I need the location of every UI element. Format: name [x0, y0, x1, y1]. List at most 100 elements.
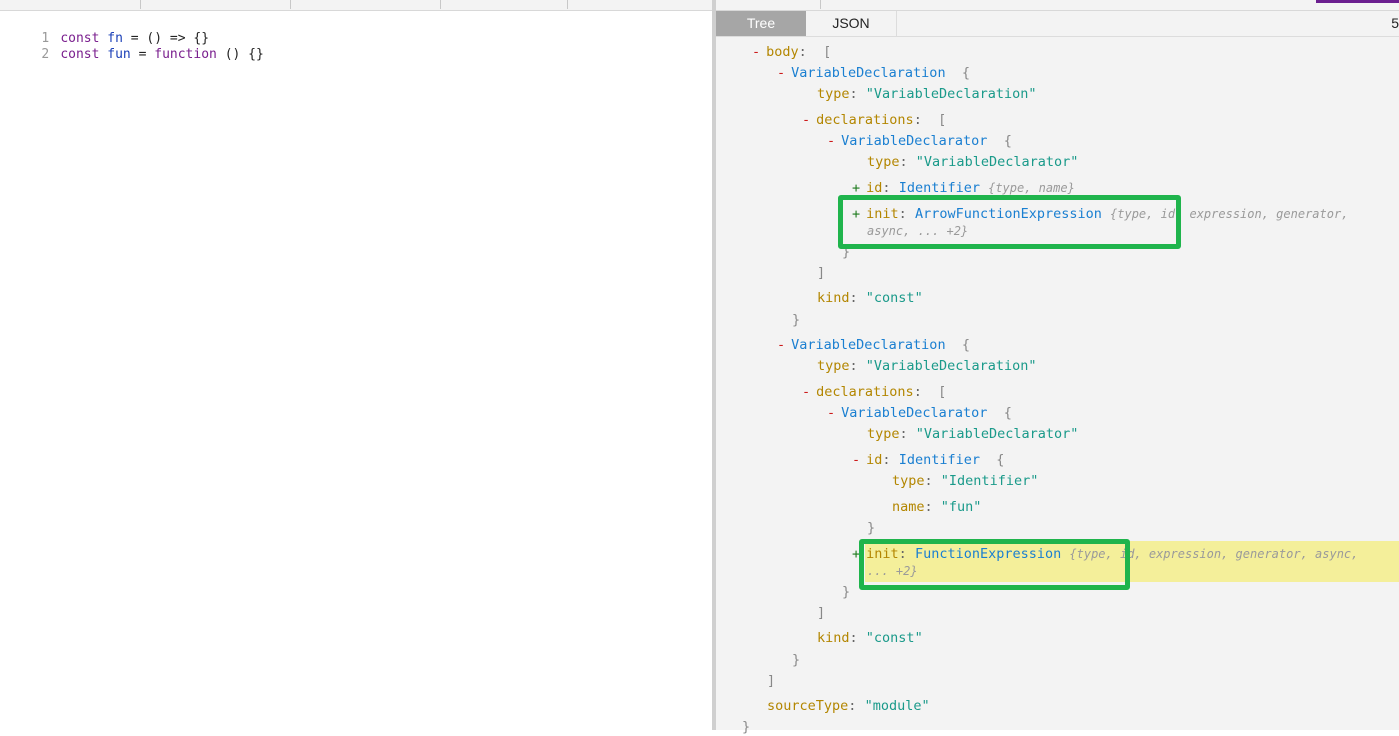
tree-node-variable-declarator[interactable]: - VariableDeclarator { — [827, 405, 1012, 422]
collapse-toggle[interactable]: - — [802, 384, 810, 400]
collapse-toggle[interactable]: - — [827, 405, 835, 421]
string-value: "const" — [865, 630, 923, 646]
colon: : — [924, 499, 933, 515]
string-value: "VariableDeclaration" — [865, 358, 1037, 374]
string-value: "Identifier" — [940, 473, 1039, 489]
collapse-toggle[interactable]: - — [777, 65, 785, 81]
collapse-toggle[interactable]: - — [802, 112, 810, 128]
node-type-name: VariableDeclaration — [791, 65, 946, 81]
tab-extra-label: 5 — [1391, 15, 1399, 31]
tree-node-declarations[interactable]: - declarations: [ — [802, 384, 946, 401]
close-brace: } — [842, 584, 850, 601]
tree-node-body[interactable]: - body: [ — [752, 44, 831, 61]
property-key: kind — [817, 290, 850, 306]
open-bracket: [ — [823, 44, 832, 60]
close-brace: } — [742, 719, 750, 736]
property-key: type — [867, 426, 900, 442]
property-key: id — [866, 452, 883, 468]
annotation-box-function-expression — [859, 539, 1130, 590]
tab-tree[interactable]: Tree — [716, 11, 806, 36]
close-bracket: ] — [817, 605, 825, 622]
property-key: body — [766, 44, 799, 60]
colon: : — [849, 358, 858, 374]
string-value: "fun" — [940, 499, 982, 515]
identifier: fun — [107, 47, 131, 62]
colon: : — [798, 44, 807, 60]
toolbar-divider — [290, 0, 291, 9]
open-brace: { — [961, 337, 970, 353]
close-brace: } — [792, 652, 800, 669]
open-brace: { — [1003, 133, 1012, 149]
colon: : — [882, 180, 891, 196]
collapse-toggle[interactable]: - — [827, 133, 835, 149]
keyword: function — [154, 47, 217, 62]
property-key: type — [817, 358, 850, 374]
string-value: "module" — [864, 698, 930, 714]
close-brace: } — [742, 719, 751, 735]
tree-node-variable-declaration[interactable]: - VariableDeclaration { — [777, 65, 970, 82]
tree-property-kind: kind: "const" — [817, 630, 923, 647]
string-value: "VariableDeclarator" — [915, 426, 1079, 442]
property-key: kind — [817, 630, 850, 646]
colon: : — [913, 112, 922, 128]
expand-toggle[interactable]: + — [852, 180, 860, 196]
property-key: type — [817, 86, 850, 102]
close-bracket: ] — [817, 265, 826, 281]
code-punctuation: = — [130, 47, 155, 62]
tree-property-type: type: "VariableDeclarator" — [867, 154, 1078, 171]
open-brace: { — [996, 452, 1005, 468]
colon: : — [924, 473, 933, 489]
tree-property-sourcetype: sourceType: "module" — [767, 698, 930, 715]
line-number: 2 — [41, 47, 50, 62]
property-key: type — [867, 154, 900, 170]
close-brace: } — [792, 652, 801, 668]
close-brace: } — [792, 312, 801, 328]
tree-node-id[interactable]: - id: Identifier { — [852, 452, 1004, 469]
tab-json[interactable]: JSON — [806, 11, 897, 36]
property-key: name — [892, 499, 925, 515]
open-brace: { — [961, 65, 970, 81]
property-key: type — [892, 473, 925, 489]
close-brace: } — [842, 584, 851, 600]
toolbar-divider — [820, 0, 821, 9]
view-tabs: Tree JSON 5 — [716, 11, 1399, 37]
node-type-name: Identifier — [898, 180, 980, 196]
annotation-box-arrow-function — [838, 195, 1181, 249]
tree-node-variable-declaration[interactable]: - VariableDeclaration { — [777, 337, 970, 354]
keyword: const — [60, 47, 100, 62]
code-editor[interactable]: 1 const fn = () => {} 2 const fun = functi… — [0, 11, 712, 730]
toolbar-divider — [140, 0, 141, 9]
colon: : — [899, 426, 908, 442]
string-value: "VariableDeclarator" — [915, 154, 1079, 170]
collapse-toggle[interactable]: - — [752, 44, 760, 60]
property-key: declarations — [816, 112, 914, 128]
node-summary: {type, name} — [988, 181, 1075, 195]
tree-node-declarations[interactable]: - declarations: [ — [802, 112, 946, 129]
colon: : — [849, 630, 858, 646]
tree-property-name: name: "fun" — [892, 499, 981, 516]
property-key: declarations — [816, 384, 914, 400]
toolbar-accent-bar — [1316, 0, 1399, 3]
close-brace: } — [867, 520, 875, 537]
node-type-name: VariableDeclarator — [841, 133, 988, 149]
close-brace: } — [792, 312, 800, 329]
colon: : — [882, 452, 891, 468]
tree-property-type: type: "Identifier" — [892, 473, 1038, 490]
toolbar-divider — [440, 0, 441, 9]
open-bracket: [ — [938, 112, 947, 128]
code-punctuation: () {} — [216, 47, 264, 62]
top-toolbar — [0, 0, 1399, 11]
open-bracket: [ — [938, 384, 947, 400]
node-type-name: VariableDeclaration — [791, 337, 946, 353]
node-type-name: VariableDeclarator — [841, 405, 988, 421]
code-line: 2 const fun = function () {} — [0, 31, 264, 62]
colon: : — [849, 86, 858, 102]
tree-node-variable-declarator[interactable]: - VariableDeclarator { — [827, 133, 1012, 150]
node-type-name: Identifier — [898, 452, 980, 468]
colon: : — [899, 154, 908, 170]
tree-property-type: type: "VariableDeclaration" — [817, 358, 1036, 375]
collapse-toggle[interactable]: - — [777, 337, 785, 353]
string-value: "VariableDeclaration" — [865, 86, 1037, 102]
close-bracket: ] — [817, 605, 826, 621]
collapse-toggle[interactable]: - — [852, 452, 860, 468]
